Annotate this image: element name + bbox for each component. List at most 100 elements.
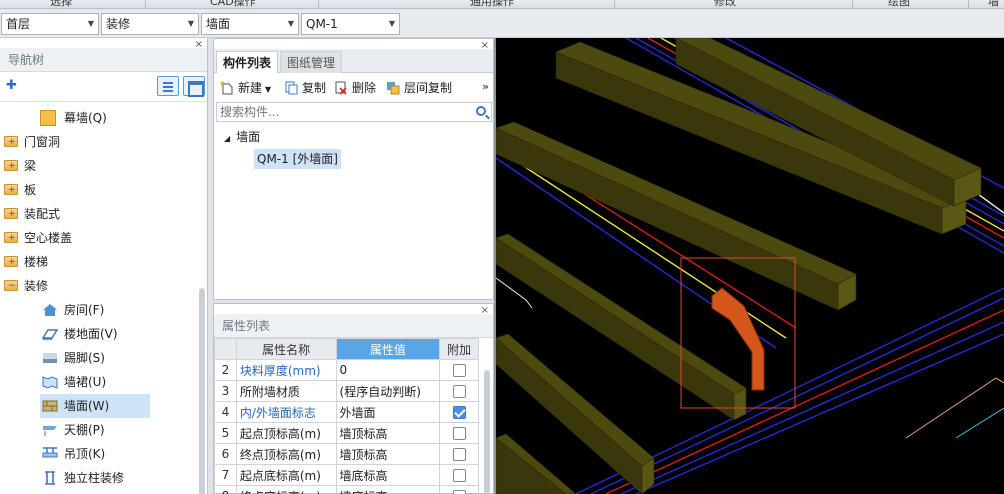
- property-row[interactable]: 4 内/外墙面标志 外墙面: [214, 401, 479, 423]
- extra-checkbox[interactable]: [452, 448, 466, 461]
- copy-between-floors-button[interactable]: 层间复制: [386, 79, 452, 97]
- copy-button[interactable]: 复制: [284, 79, 326, 97]
- extra-checkbox[interactable]: [452, 469, 466, 482]
- property-row[interactable]: 5 起点顶标高(m) 墙顶标高: [214, 422, 479, 444]
- category-select[interactable]: 装修 ▼: [101, 13, 199, 35]
- property-row[interactable]: 6 终点顶标高(m) 墙顶标高: [214, 443, 479, 465]
- nav-scrollbar[interactable]: [199, 288, 205, 494]
- ribbon-group-modify[interactable]: 修改: [714, 0, 736, 8]
- property-name: 起点顶标高(m): [235, 422, 337, 444]
- outline-cyan: [955, 407, 1004, 439]
- floor-select-value: 首层: [6, 17, 31, 31]
- tree-item-room[interactable]: 房间(F): [42, 298, 104, 322]
- add-item-icon[interactable]: ✚: [6, 78, 17, 93]
- tree-item-floor[interactable]: 楼地面(V): [42, 322, 118, 346]
- property-value[interactable]: 墙顶标高: [335, 443, 441, 465]
- ribbon-group-general[interactable]: 通用操作: [470, 0, 514, 8]
- more-tools-icon[interactable]: »: [482, 80, 489, 93]
- component-tree-root-label: 墙面: [236, 130, 261, 144]
- property-value[interactable]: 墙底标高: [335, 464, 441, 486]
- property-row[interactable]: 8终点底标高(m)墙底标高: [214, 485, 479, 494]
- ribbon-group-select[interactable]: 选择: [50, 0, 72, 8]
- ribbon-group-wall[interactable]: 墙: [988, 0, 999, 8]
- extra-checkbox[interactable]: [452, 406, 466, 419]
- nav-tree-toolbar: ✚: [0, 72, 207, 102]
- 3d-viewport[interactable]: [496, 38, 1004, 494]
- tree-item-curtain-wall[interactable]: 幕墙(Q): [40, 106, 107, 130]
- tree-item-label: 墙面(W): [64, 399, 110, 413]
- list-view-icon[interactable]: [157, 76, 179, 96]
- component-tree-root[interactable]: ◢ 墙面: [224, 127, 260, 147]
- search-icon[interactable]: [476, 106, 486, 116]
- folder-icon: [4, 226, 18, 250]
- property-extra-cell: [439, 464, 479, 486]
- tree-folder-prefab[interactable]: 装配式: [4, 202, 60, 226]
- component-tabs: 构件列表 图纸管理: [214, 49, 493, 73]
- property-name: 终点底标高(m): [235, 485, 337, 494]
- property-value[interactable]: 外墙面: [335, 401, 441, 423]
- tree-folder-beam[interactable]: 梁: [4, 154, 36, 178]
- tree-folder-hollow-floor[interactable]: 空心楼盖: [4, 226, 72, 250]
- dado-icon: [42, 376, 58, 389]
- ribbon-group-cad[interactable]: CAD操作: [210, 0, 256, 8]
- room-icon: [43, 304, 57, 316]
- extra-checkbox[interactable]: [452, 364, 466, 377]
- tab-drawing-management[interactable]: 图纸管理: [280, 51, 343, 73]
- extra-checkbox[interactable]: [452, 427, 466, 440]
- app-window: 选择 CAD操作 通用操作 修改 绘图 墙 首层 ▼ 装修 ▼ 墙面 ▼ QM-1 ▼ …: [0, 0, 1004, 494]
- component-search-input[interactable]: [220, 103, 470, 121]
- grid-view-icon[interactable]: [183, 76, 205, 97]
- component-search[interactable]: [216, 102, 492, 122]
- curtain-wall-icon: [40, 110, 56, 126]
- tree-item-suspended-ceiling[interactable]: 吊顶(K): [42, 442, 105, 466]
- tree-folder-slab[interactable]: 板: [4, 178, 36, 202]
- wall-face-icon: [42, 400, 58, 412]
- property-value[interactable]: (程序自动判断): [335, 380, 441, 402]
- property-scrollbar[interactable]: [484, 370, 490, 494]
- property-header-row: 属性名称 属性值 附加: [214, 338, 479, 360]
- tree-item-ceiling[interactable]: 天棚(P): [42, 418, 105, 442]
- component-select[interactable]: QM-1 ▼: [301, 13, 400, 35]
- ribbon-separator: [318, 0, 319, 8]
- folder-icon: [4, 154, 18, 178]
- property-row[interactable]: 3 所附墙材质 (程序自动判断): [214, 380, 479, 402]
- tree-folder-stairs[interactable]: 楼梯: [4, 250, 48, 274]
- tree-item-column-finish[interactable]: 独立柱装修: [42, 466, 124, 490]
- delete-button[interactable]: 删除: [334, 79, 376, 97]
- tree-item-label: 独立柱装修: [64, 471, 125, 485]
- viewport-canvas[interactable]: [496, 38, 1004, 494]
- tree-item-label: 板: [24, 183, 37, 197]
- tree-item-dado[interactable]: 墙裙(U): [42, 370, 106, 394]
- property-row[interactable]: 7 起点底标高(m) 墙底标高: [214, 464, 479, 486]
- tree-item-skirting[interactable]: 踢脚(S): [42, 346, 105, 370]
- folder-open-icon: [4, 274, 18, 298]
- extra-checkbox[interactable]: [452, 385, 466, 398]
- ribbon-group-draw[interactable]: 绘图: [888, 0, 910, 8]
- nav-tree-title: 导航树: [0, 48, 207, 72]
- tree-folder-doors-windows[interactable]: 门窗洞: [4, 130, 60, 154]
- floor-copy-icon: [387, 82, 400, 95]
- ribbon-bar: 选择 CAD操作 通用操作 修改 绘图 墙: [0, 0, 1004, 9]
- tree-item-label: 装配式: [24, 207, 61, 221]
- tab-component-list[interactable]: 构件列表: [216, 51, 279, 73]
- component-tree-item[interactable]: QM-1 [外墙面]: [254, 149, 341, 169]
- new-button[interactable]: 新建 ▼: [220, 79, 271, 97]
- expand-triangle-icon[interactable]: ◢: [224, 134, 230, 143]
- tree-item-wall-face[interactable]: 墙面(W): [40, 394, 150, 418]
- property-value[interactable]: 墙顶标高: [335, 422, 441, 444]
- property-extra-cell: [439, 443, 479, 465]
- property-row[interactable]: 2 块料厚度(mm) 0: [214, 359, 479, 381]
- property-value[interactable]: 0: [335, 359, 441, 381]
- folder-icon: [4, 130, 18, 154]
- property-rows: 2 块料厚度(mm) 0 3 所附墙材质 (程序自动判断) 4 内/外墙面标志 外墙面 5 起点顶标…: [214, 359, 479, 494]
- property-extra-cell: [439, 485, 479, 494]
- tree-folder-decoration[interactable]: 装修: [4, 274, 48, 298]
- floor-select[interactable]: 首层 ▼: [1, 13, 99, 35]
- chevron-down-icon: ▼: [287, 19, 294, 28]
- type-select[interactable]: 墙面 ▼: [201, 13, 299, 35]
- extra-checkbox[interactable]: [452, 490, 466, 494]
- property-name: 终点顶标高(m): [235, 443, 337, 465]
- property-extra-cell: [439, 359, 479, 381]
- property-value[interactable]: 墙底标高: [335, 485, 441, 494]
- tree-item-label: 幕墙(Q): [64, 111, 107, 125]
